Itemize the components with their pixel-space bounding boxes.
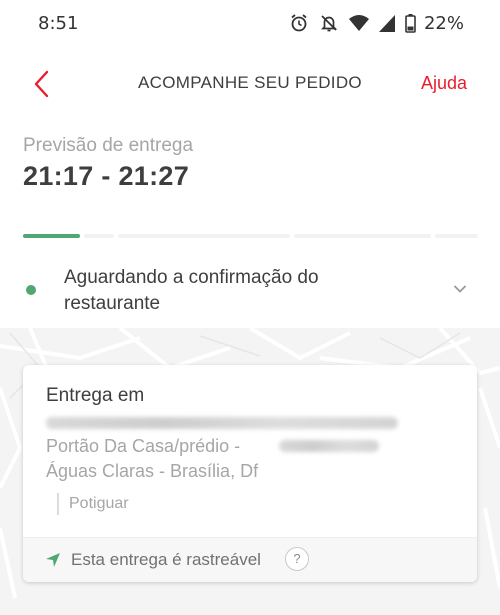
alarm-icon	[289, 13, 309, 33]
notifications-off-icon	[319, 13, 339, 33]
tracking-footer: Esta entrega é rastreável ?	[23, 537, 477, 582]
status-icons: 22%	[289, 13, 464, 34]
tracking-text: Esta entrega é rastreável	[71, 550, 261, 569]
order-status-row[interactable]: Aguardando a confirmação do restaurante	[0, 256, 500, 326]
order-progress-bar	[23, 234, 478, 238]
blurred-street-address	[46, 417, 398, 429]
navigation-arrow-icon	[46, 553, 60, 567]
battery-percentage: 22%	[423, 12, 464, 34]
progress-segment	[435, 234, 478, 238]
tracking-help-icon[interactable]: ?	[285, 547, 309, 571]
status-time: 8:51	[38, 12, 79, 34]
cell-signal-icon	[378, 14, 395, 32]
blurred-address-detail	[279, 440, 379, 452]
address-city: Águas Claras - Brasília, Df	[46, 461, 259, 481]
eta-value: 21:17 - 21:27	[23, 161, 190, 191]
address-complement: Portão Da Casa/prédio -	[46, 436, 241, 456]
progress-segment	[23, 234, 80, 238]
battery-icon	[405, 13, 416, 33]
order-status-text: Aguardando a confirmação do restaurante	[64, 267, 319, 314]
address-card-title: Entrega em	[46, 385, 145, 406]
wifi-icon	[348, 14, 369, 32]
help-link[interactable]: Ajuda	[421, 73, 467, 94]
progress-segment	[84, 234, 114, 238]
delivery-address-card: Entrega em Portão Da Casa/prédio - Águas…	[23, 365, 477, 582]
chevron-down-icon	[454, 285, 466, 293]
eta-label: Previsão de entrega	[23, 135, 194, 156]
progress-segment	[294, 234, 431, 238]
address-reference: Potiguar	[57, 493, 129, 515]
status-dot-icon	[26, 285, 36, 295]
progress-segment	[118, 234, 290, 238]
status-bar: 8:51 22%	[0, 0, 500, 46]
header: ACOMPANHE SEU PEDIDO Ajuda	[0, 60, 500, 108]
